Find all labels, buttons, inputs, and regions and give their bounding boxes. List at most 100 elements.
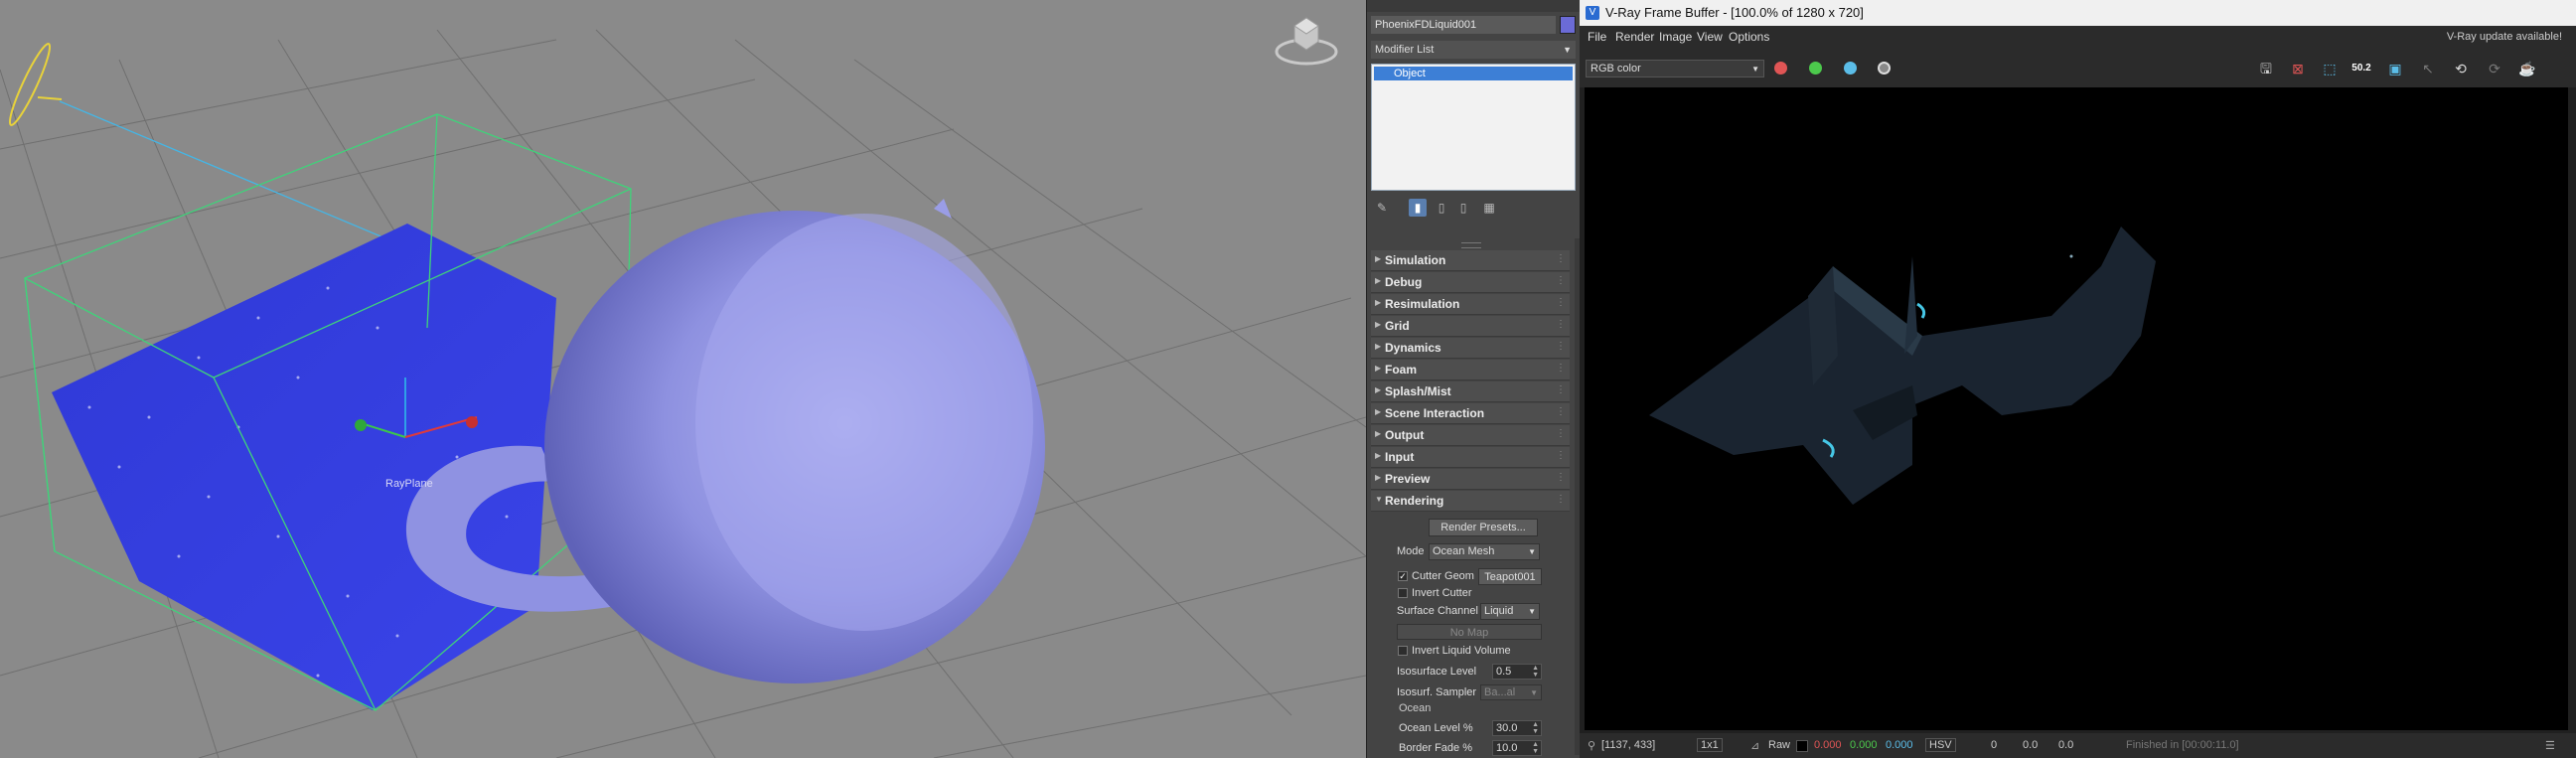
remove-modifier-icon[interactable]: ▯ [1454,199,1472,217]
raw-toggle[interactable]: Raw [1768,739,1790,751]
border-fade-spinner[interactable]: 10.0 ▲ ▼ [1492,740,1542,756]
rendered-ocean-mesh [1585,87,2568,730]
interactive-render-icon[interactable]: ⟳ [2484,59,2505,78]
ocean-level-value: 30.0 [1496,722,1518,734]
menu-image[interactable]: Image [1659,30,1692,44]
rollout-dynamics[interactable]: ▶ Dynamics ⋮ [1371,338,1570,359]
zoom-dropdown[interactable]: 1x1 [1697,738,1723,752]
invert-cutter-checkbox[interactable] [1398,588,1408,598]
mode-value: Ocean Mesh [1433,545,1495,557]
pixel-s-value: 0.0 [2023,739,2039,751]
render-time-status: Finished in [00:00:11.0] [2126,739,2239,751]
rollout-debug[interactable]: ▶ Debug ⋮ [1371,272,1570,293]
invert-liquid-volume-checkbox[interactable] [1398,646,1408,656]
blue-channel-toggle[interactable] [1844,62,1857,75]
vfb-window-title: V-Ray Frame Buffer - [100.0% of 1280 x 7… [1605,5,1864,20]
cutter-geom-picker[interactable]: Teapot001 [1478,568,1542,585]
pixel-h-value: 0 [1991,739,1998,751]
color-picker-icon[interactable]: ⊿ [1750,739,1759,752]
region-render-icon[interactable]: ▣ [2384,59,2406,78]
stack-item-object[interactable]: Object [1374,67,1573,80]
modifier-list-label: Modifier List [1375,44,1435,56]
pixel-v-value: 0.0 [2058,739,2074,751]
menu-render[interactable]: Render [1615,30,1654,44]
panel-tab-strip[interactable] [1367,0,1581,12]
invert-cutter-label: Invert Cutter [1412,587,1472,599]
panel-resize-grip[interactable] [1461,242,1481,248]
make-unique-icon[interactable]: ▯ [1433,199,1450,217]
object-color-swatch[interactable] [1560,16,1576,34]
viewcube[interactable] [1275,8,1338,68]
rollout-input[interactable]: ▶ Input ⋮ [1371,447,1570,468]
mode-dropdown[interactable]: Ocean Mesh ▼ [1429,543,1540,560]
stack-toolbar: ✎ ▮ ▯ ▯ ▦ [1371,197,1576,219]
isosurface-level-value: 0.5 [1496,666,1512,678]
render-teapot-icon[interactable]: ☕ [2516,59,2538,78]
red-channel-toggle[interactable] [1774,62,1787,75]
rollout-output[interactable]: ▶ Output ⋮ [1371,425,1570,446]
border-fade-value: 10.0 [1496,742,1518,754]
rollout-preview[interactable]: ▶ Preview ⋮ [1371,469,1570,490]
ocean-group-label: Ocean [1399,702,1432,714]
spinner-arrows-icon: ▲ ▼ [1532,665,1539,679]
rollout-splash-mist[interactable]: ▶ Splash/Mist ⋮ [1371,381,1570,402]
follow-mouse-icon[interactable]: ↖ [2417,59,2439,78]
invert-liquid-volume-label: Invert Liquid Volume [1412,645,1511,657]
surface-channel-dropdown[interactable]: Liquid ▼ [1480,603,1540,620]
isosurface-level-spinner[interactable]: 0.5 ▲ ▼ [1492,664,1542,680]
rollout-scene-interaction[interactable]: ▶ Scene Interaction ⋮ [1371,403,1570,424]
vfb-title-bar[interactable]: V V-Ray Frame Buffer - [100.0% of 1280 x… [1580,0,2576,26]
spinner-arrows-icon: ▲ ▼ [1532,721,1539,735]
no-map-button[interactable]: No Map [1397,624,1542,640]
isosurface-level-label: Isosurface Level [1397,666,1477,678]
surface-channel-value: Liquid [1484,605,1514,617]
colorspace-dropdown[interactable]: HSV [1925,738,1956,752]
log-menu-icon[interactable]: ☰ [2545,739,2555,752]
rollout-foam[interactable]: ▶ Foam ⋮ [1371,360,1570,380]
object-name-field[interactable]: PhoenixFDLiquid001 [1371,16,1556,34]
track-mouse-icon[interactable]: ⬚ [2319,59,2341,78]
rollout-grid[interactable]: ▶ Grid ⋮ [1371,316,1570,337]
rollout-simulation[interactable]: ▶ Simulation ⋮ [1371,250,1570,271]
isosurf-sampler-dropdown[interactable]: Ba...al ▼ [1480,684,1542,700]
alpha-channel-toggle[interactable] [1878,62,1891,75]
menu-view[interactable]: View [1697,30,1723,44]
rollout-resimulation[interactable]: ▶ Resimulation ⋮ [1371,294,1570,315]
ocean-level-label: Ocean Level % [1399,722,1473,734]
menu-options[interactable]: Options [1729,30,1769,44]
rollout-rendering[interactable]: ▼ Rendering ⋮ [1371,491,1570,512]
chevron-down-icon: ▼ [1528,547,1536,556]
compare-zoom-readout[interactable]: 50.2 [2350,59,2372,78]
render-icon[interactable]: ⟲ [2450,59,2472,78]
render-image[interactable] [1585,87,2568,730]
isosurf-sampler-value: Ba...al [1484,686,1516,698]
perspective-viewport[interactable]: RayPlane [0,0,1366,758]
configure-sets-icon[interactable]: ▦ [1480,199,1498,217]
render-channel-dropdown[interactable]: RGB color ▼ [1586,60,1764,77]
render-presets-button[interactable]: Render Presets... [1429,519,1538,536]
modifier-list-dropdown[interactable]: Modifier List ▼ [1371,41,1576,59]
chevron-down-icon: ▼ [1563,45,1572,55]
cutter-geom-checkbox[interactable]: ✓ [1398,571,1408,581]
spinner-arrows-icon: ▲ ▼ [1532,741,1539,755]
clear-image-icon[interactable]: ⊠ [2287,59,2309,78]
viewport-scene: RayPlane [0,0,1366,758]
ocean-level-spinner[interactable]: 30.0 ▲ ▼ [1492,720,1542,736]
vray-update-notice[interactable]: V-Ray update available! [2447,31,2562,43]
menu-file[interactable]: File [1588,30,1606,44]
save-image-icon[interactable]: 🖫 [2255,59,2277,78]
isosurf-sampler-label: Isosurf. Sampler [1397,686,1477,698]
show-end-result-icon[interactable]: ▮ [1409,199,1427,217]
cutter-geom-label: Cutter Geom [1412,570,1474,582]
pin-stack-icon[interactable]: ✎ [1373,199,1391,217]
green-channel-toggle[interactable] [1809,62,1822,75]
modifier-stack[interactable]: Object [1371,64,1576,191]
render-channel-value: RGB color [1591,63,1641,75]
pixel-g-value: 0.000 [1850,739,1878,751]
pin-icon[interactable]: ⚲ [1588,739,1595,752]
pixel-r-value: 0.000 [1814,739,1842,751]
surface-channel-label: Surface Channel [1397,605,1478,617]
vray-app-icon: V [1586,6,1599,20]
border-fade-label: Border Fade % [1399,742,1472,754]
vfb-menu-bar: File Render Image View Options V-Ray upd… [1580,26,2576,50]
